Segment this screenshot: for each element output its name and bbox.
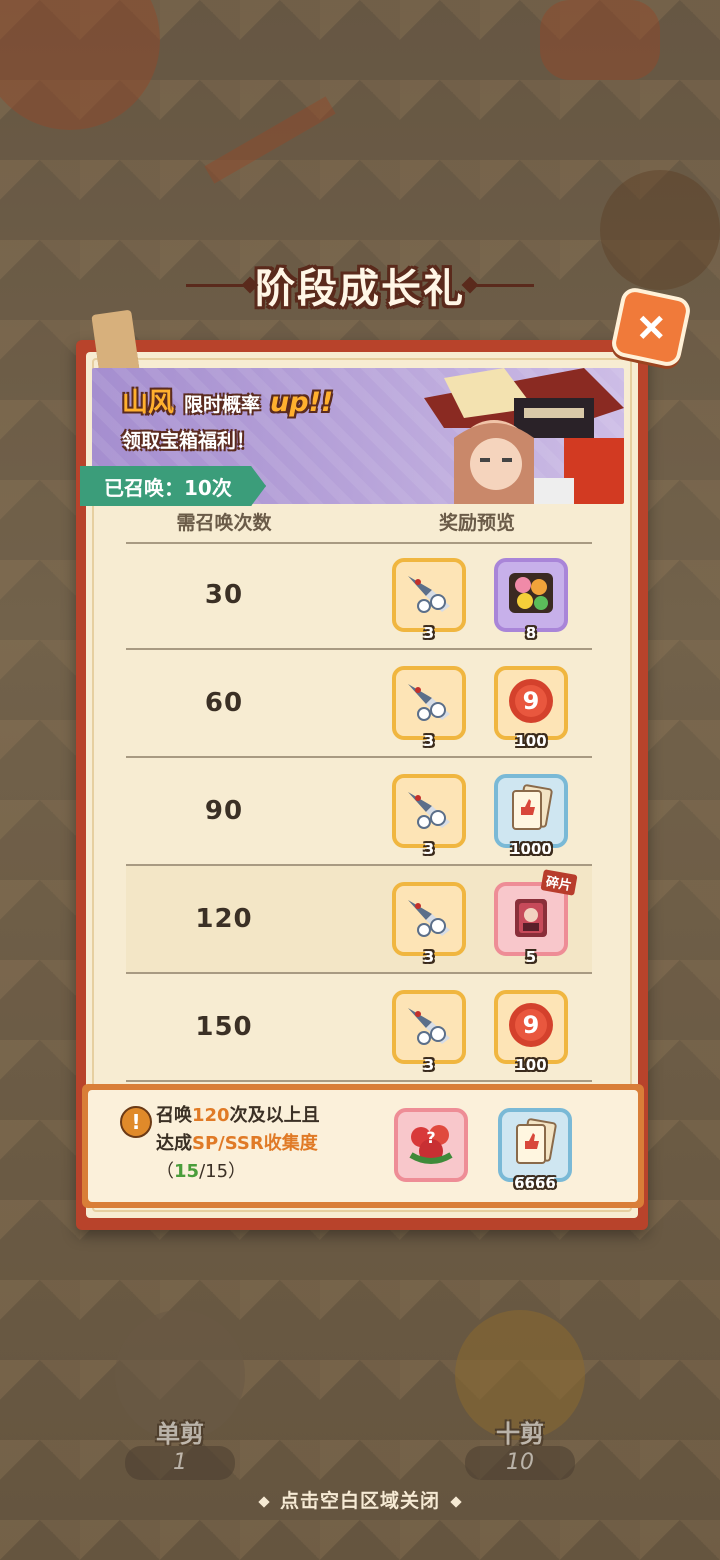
reward-item[interactable]: ? — [394, 1108, 468, 1182]
like-card-icon — [503, 781, 559, 841]
reward-item[interactable]: 8 — [494, 558, 568, 642]
table-row: 60 3 9 100 — [126, 650, 592, 758]
column-header-count: 需召唤次数 — [176, 512, 272, 534]
reward-frame: 9 — [494, 990, 568, 1064]
alert-icon: ! — [120, 1106, 152, 1138]
banner-subtitle: 领取宝箱福利！ — [122, 430, 256, 452]
single-summon-label: 单剪 — [156, 1420, 204, 1448]
close-hint[interactable]: 点击空白区域关闭 — [0, 1486, 720, 1513]
reward-table: 30 3 8 60 3 9 100 90 3 1000 120 3 碎片 5 150 3 9 100 — [126, 542, 592, 1082]
scissors-icon — [402, 566, 456, 624]
diamond-icon — [450, 1495, 462, 1508]
reward-quantity: 8 — [525, 624, 537, 642]
row-rewards: 38 — [392, 558, 568, 642]
reward-quantity: 3 — [423, 624, 435, 642]
page-title: 阶段成长礼 — [255, 266, 465, 312]
ten-summon-button[interactable]: 十剪 10 — [435, 1290, 605, 1480]
required-summon-count: 90 — [204, 796, 244, 826]
red-nine-token-icon: 9 — [503, 997, 559, 1057]
single-summon-button[interactable]: 单剪 1 — [95, 1290, 265, 1480]
character-portrait — [424, 368, 624, 504]
reward-item[interactable]: 6666 — [498, 1108, 572, 1192]
reward-frame — [494, 774, 568, 848]
reward-item[interactable]: 1000 — [494, 774, 568, 858]
reward-frame — [494, 882, 568, 956]
table-row: 150 3 9 100 — [126, 974, 592, 1082]
ten-summon-label: 十剪 — [496, 1420, 544, 1448]
banner-headline: 山风 限时概率 up!! — [122, 382, 333, 419]
svg-text:?: ? — [426, 1128, 435, 1147]
reward-item[interactable]: 3 — [392, 774, 466, 858]
reward-frame — [392, 774, 466, 848]
table-header: 需召唤次数 奖励预览 — [126, 506, 592, 544]
bonus-description: 召唤120次及以上且 达成SP/SSR收集度 （15/15） — [156, 1105, 320, 1182]
reward-frame: ? — [394, 1108, 468, 1182]
reward-frame — [498, 1108, 572, 1182]
scissors-icon — [402, 890, 456, 948]
reward-quantity: 3 — [423, 1056, 435, 1074]
reward-item[interactable]: 3 — [392, 990, 466, 1074]
required-summon-count: 150 — [195, 1012, 253, 1042]
fragment-card-icon — [503, 889, 559, 949]
title-banner: 阶段成长礼 — [180, 252, 540, 318]
single-summon-count: 1 — [125, 1446, 235, 1480]
reward-item[interactable]: 9 100 — [494, 990, 568, 1074]
reward-frame — [392, 666, 466, 740]
row-rewards: 3 1000 — [392, 774, 568, 858]
scissors-icon — [402, 998, 456, 1056]
summon-count-tag: 已召唤：10次 — [80, 466, 266, 506]
like-card-icon — [507, 1115, 563, 1175]
row-rewards: 3 9 100 — [392, 990, 568, 1074]
rate-text: 限时概率 — [184, 394, 261, 416]
row-rewards: 3 碎片 5 — [392, 869, 578, 966]
scissors-icon — [402, 674, 456, 732]
reward-item[interactable]: 9 100 — [494, 666, 568, 750]
close-button[interactable]: + — [609, 285, 693, 369]
reward-quantity: 100 — [515, 732, 547, 750]
reward-frame — [392, 882, 466, 956]
table-row: 120 3 碎片 5 — [126, 866, 592, 974]
reward-frame: 9 — [494, 666, 568, 740]
svg-text:9: 9 — [523, 687, 540, 715]
mystery-flower-icon: ? — [403, 1115, 459, 1175]
diamond-icon — [258, 1495, 270, 1508]
svg-text:9: 9 — [523, 1011, 540, 1039]
ten-summon-count: 10 — [465, 1446, 575, 1480]
table-row: 90 3 1000 — [126, 758, 592, 866]
table-row: 30 3 8 — [126, 542, 592, 650]
reward-quantity: 1000 — [510, 840, 552, 858]
column-header-reward: 奖励预览 — [438, 512, 515, 534]
row-rewards: 3 9 100 — [392, 666, 568, 750]
reward-item[interactable]: 3 — [392, 558, 466, 642]
reward-quantity: 5 — [525, 948, 537, 966]
reward-item[interactable]: 3 — [392, 666, 466, 750]
bonus-rewards: ? 6666 — [394, 1108, 572, 1192]
reward-quantity: 3 — [423, 732, 435, 750]
plus-close-icon: + — [620, 295, 683, 358]
scissors-icon — [402, 782, 456, 840]
reward-quantity: 6666 — [514, 1174, 556, 1192]
reward-item[interactable]: 3 — [392, 882, 466, 966]
flower-bouquet-icon — [503, 565, 559, 625]
reward-frame — [494, 558, 568, 632]
reward-item[interactable]: 碎片 5 — [494, 869, 578, 966]
required-summon-count: 60 — [204, 688, 244, 718]
character-name: 山风 — [122, 388, 175, 418]
red-nine-token-icon: 9 — [503, 673, 559, 733]
reward-frame — [392, 990, 466, 1064]
required-summon-count: 120 — [195, 904, 253, 934]
reward-quantity: 3 — [423, 840, 435, 858]
reward-quantity: 3 — [423, 948, 435, 966]
up-text: up!! — [270, 387, 334, 418]
reward-quantity: 100 — [515, 1056, 547, 1074]
reward-frame — [392, 558, 466, 632]
required-summon-count: 30 — [204, 580, 244, 610]
